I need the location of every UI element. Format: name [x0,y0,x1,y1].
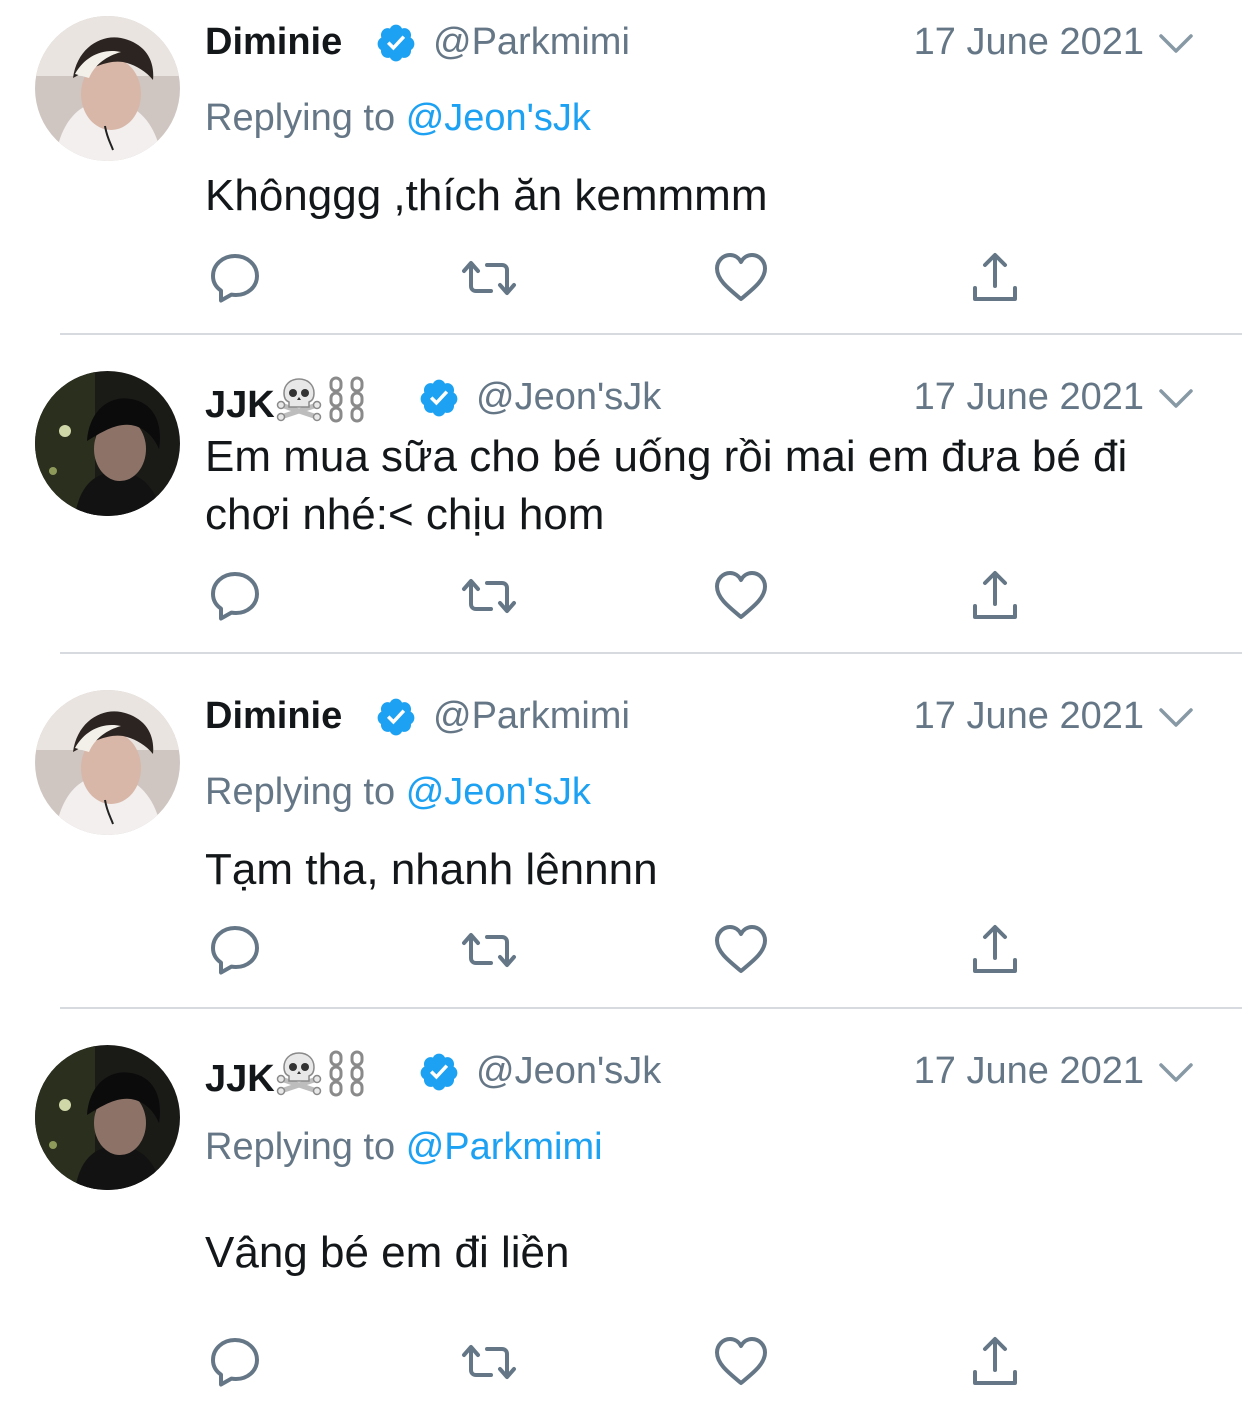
retweet-icon[interactable] [461,1334,517,1390]
share-icon[interactable] [967,568,1023,624]
avatar-light-hair [35,690,180,835]
chains-icon [323,1049,371,1097]
display-name[interactable]: Diminie [205,20,342,64]
display-name[interactable]: Diminie [205,694,342,738]
action-bar [0,568,1242,624]
chevron-down-icon[interactable] [1158,32,1194,56]
skull-crossbones-icon [275,1049,323,1097]
reply-icon[interactable] [207,1334,263,1390]
replying-to-label: Replying to [205,771,396,813]
avatar[interactable] [35,16,180,161]
user-handle[interactable]: @Jeon'sJk [476,1049,661,1093]
reply-icon[interactable] [207,568,263,624]
display-name-text: JJK [205,384,275,426]
verified-badge-icon [375,696,417,738]
divider [60,1007,1242,1009]
verified-badge-icon [418,1051,460,1093]
tweet-date: 17 June 2021 [913,21,1144,63]
share-icon[interactable] [967,922,1023,978]
user-handle[interactable]: @Parkmimi [433,20,630,64]
divider [60,652,1242,654]
share-icon[interactable] [967,1334,1023,1390]
avatar-light-hair [35,16,180,161]
action-bar [0,250,1242,306]
avatar[interactable] [35,371,180,516]
reply-icon[interactable] [207,250,263,306]
tweet-text: Tạm tha, nhanh lênnnn [205,845,658,894]
action-bar [0,1334,1242,1390]
replying-to-line: Replying to @Parkmimi [205,1125,603,1169]
like-icon[interactable] [713,250,769,306]
verified-badge-icon [418,377,460,419]
replying-to-line: Replying to @Jeon'sJk [205,770,591,814]
retweet-icon[interactable] [461,568,517,624]
chevron-down-icon[interactable] [1158,1061,1194,1085]
like-icon[interactable] [713,1334,769,1390]
chevron-down-icon[interactable] [1158,706,1194,730]
tweet-date: 17 June 2021 [913,376,1144,418]
replying-to-line: Replying to @Jeon'sJk [205,96,591,140]
replying-to-label: Replying to [205,97,396,139]
verified-badge-icon [375,22,417,64]
avatar[interactable] [35,1045,180,1190]
retweet-icon[interactable] [461,922,517,978]
tweet-date: 17 June 2021 [913,1050,1144,1092]
user-handle[interactable]: @Parkmimi [433,694,630,738]
chains-icon [323,375,371,423]
retweet-icon[interactable] [461,250,517,306]
display-name-text: JJK [205,1058,275,1100]
share-icon[interactable] [967,250,1023,306]
tweet-text: Em mua sữa cho bé uống rồi mai em đưa bé… [205,432,1128,539]
user-handle[interactable]: @Jeon'sJk [476,375,661,419]
replying-to-mention[interactable]: @Jeon'sJk [406,771,591,813]
skull-crossbones-icon [275,375,323,423]
display-name[interactable]: JJK [205,375,371,427]
avatar-dark-hair [35,371,180,516]
tweet-date: 17 June 2021 [913,695,1144,737]
display-name[interactable]: JJK [205,1049,371,1101]
reply-icon[interactable] [207,922,263,978]
chevron-down-icon[interactable] [1158,387,1194,411]
tweet-text: Khônggg ,thích ăn kemmmm [205,171,768,220]
replying-to-mention[interactable]: @Jeon'sJk [406,97,591,139]
avatar-dark-hair [35,1045,180,1190]
action-bar [0,922,1242,978]
like-icon[interactable] [713,568,769,624]
like-icon[interactable] [713,922,769,978]
avatar[interactable] [35,690,180,835]
tweet-text: Vâng bé em đi liền [205,1228,570,1277]
replying-to-label: Replying to [205,1126,396,1168]
replying-to-mention[interactable]: @Parkmimi [406,1126,603,1168]
divider [60,333,1242,335]
